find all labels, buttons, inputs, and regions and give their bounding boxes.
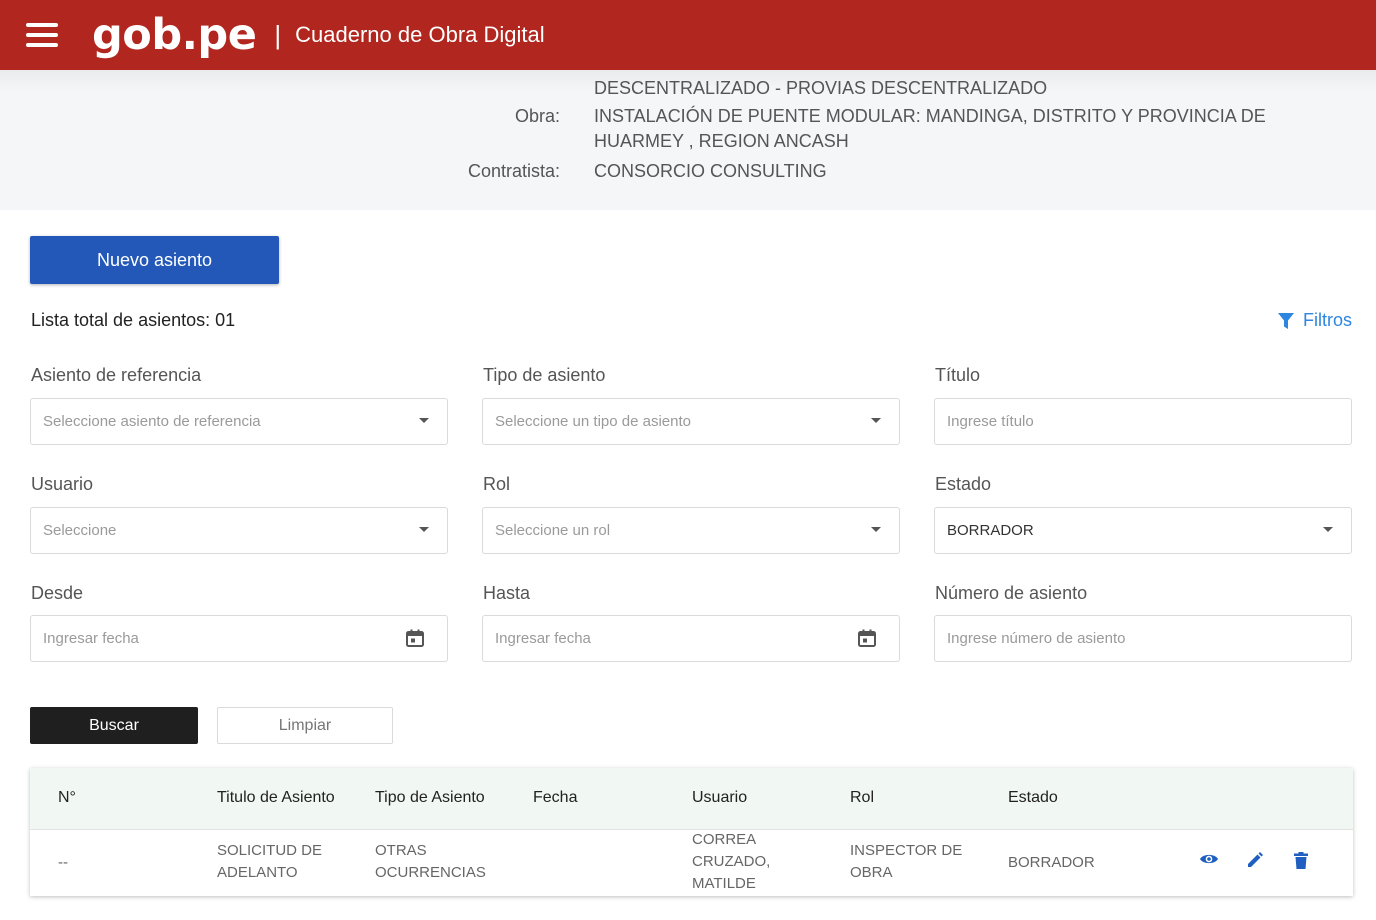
chevron-down-icon xyxy=(871,527,881,532)
desde-label: Desde xyxy=(31,583,84,603)
cell-tipo: OTRAS OCURRENCIAS xyxy=(375,840,486,884)
filtros-label: Filtros xyxy=(1303,310,1352,330)
cell-rol-line2: OBRA xyxy=(850,864,893,881)
hasta-placeholder: Ingresar fecha xyxy=(495,630,591,647)
chevron-down-icon xyxy=(419,527,429,532)
cell-titulo: SOLICITUD DE ADELANTO xyxy=(217,840,322,884)
titulo-placeholder: Ingrese título xyxy=(947,413,1034,430)
column-header-rol: Rol xyxy=(850,789,875,806)
titulo-input[interactable]: Ingrese título xyxy=(934,398,1352,445)
cell-tipo-line2: OCURRENCIAS xyxy=(375,864,486,881)
brand-logo[interactable]: gob.pe xyxy=(92,10,257,60)
calendar-icon[interactable] xyxy=(405,628,425,648)
estado-label: Estado xyxy=(935,474,992,494)
usuario-label: Usuario xyxy=(31,474,94,494)
column-header-fecha: Fecha xyxy=(533,789,578,806)
estado-value: BORRADOR xyxy=(947,522,1034,539)
hasta-date-input[interactable]: Ingresar fecha xyxy=(482,615,900,662)
numero-asiento-input[interactable]: Ingrese número de asiento xyxy=(934,615,1352,662)
numero-asiento-placeholder: Ingrese número de asiento xyxy=(947,630,1126,647)
usuario-select[interactable]: Seleccione xyxy=(30,507,448,554)
brand-separator: | xyxy=(274,19,282,50)
tipo-asiento-label: Tipo de asiento xyxy=(483,365,606,385)
obra-label: Obra: xyxy=(514,106,560,126)
obra-value-line2: HUARMEY , REGION ANCASH xyxy=(594,131,849,151)
entity-name: DESCENTRALIZADO - PROVIAS DESCENTRALIZAD… xyxy=(594,78,1048,98)
top-bar: gob.pe | Cuaderno de Obra Digital xyxy=(0,0,1376,70)
trash-icon[interactable] xyxy=(1294,852,1308,869)
obra-info-panel: DESCENTRALIZADO - PROVIAS DESCENTRALIZAD… xyxy=(0,70,1376,210)
chevron-down-icon xyxy=(871,418,881,423)
table-header: N° Titulo de Asiento Tipo de Asiento Fec… xyxy=(30,768,1353,830)
eye-icon[interactable] xyxy=(1199,852,1219,866)
tipo-asiento-placeholder: Seleccione un tipo de asiento xyxy=(495,413,691,430)
chevron-down-icon xyxy=(419,418,429,423)
cell-rol: INSPECTOR DE OBRA xyxy=(850,840,962,884)
limpiar-button[interactable]: Limpiar xyxy=(217,707,393,744)
column-header-titulo: Titulo de Asiento xyxy=(217,789,335,806)
hasta-label: Hasta xyxy=(483,583,531,603)
app-title: Cuaderno de Obra Digital xyxy=(295,22,545,47)
rol-label: Rol xyxy=(483,474,511,494)
cell-usuario-line3: MATILDE xyxy=(692,875,756,892)
cell-tipo-line1: OTRAS xyxy=(375,842,427,859)
asiento-ref-select[interactable]: Seleccione asiento de referencia xyxy=(30,398,448,445)
estado-select[interactable]: BORRADOR xyxy=(934,507,1352,554)
contratista-label: Contratista: xyxy=(467,161,560,181)
cell-usuario-line1: CORREA xyxy=(692,831,757,848)
buscar-button[interactable]: Buscar xyxy=(30,707,198,744)
desde-date-input[interactable]: Ingresar fecha xyxy=(30,615,448,662)
asiento-ref-label: Asiento de referencia xyxy=(31,365,202,385)
column-header-numero: N° xyxy=(58,789,76,806)
asiento-ref-placeholder: Seleccione asiento de referencia xyxy=(43,413,261,430)
pencil-icon[interactable] xyxy=(1246,852,1263,869)
obra-value: INSTALACIÓN DE PUENTE MODULAR: MANDINGA,… xyxy=(594,104,1354,154)
cell-titulo-line2: ADELANTO xyxy=(217,864,298,881)
column-header-estado: Estado xyxy=(1008,789,1058,806)
rol-placeholder: Seleccione un rol xyxy=(495,522,611,539)
calendar-icon[interactable] xyxy=(857,628,877,648)
cell-estado: BORRADOR xyxy=(1008,854,1095,871)
asientos-table: N° Titulo de Asiento Tipo de Asiento Fec… xyxy=(30,768,1353,896)
cell-numero: -- xyxy=(58,854,68,871)
cell-usuario-line2: CRUZADO, xyxy=(692,853,771,870)
cell-usuario: CORREA CRUZADO, MATILDE xyxy=(692,829,770,895)
desde-placeholder: Ingresar fecha xyxy=(43,630,139,647)
filtros-link[interactable]: Filtros xyxy=(1277,310,1352,331)
contratista-value: CONSORCIO CONSULTING xyxy=(594,161,827,181)
nuevo-asiento-button[interactable]: Nuevo asiento xyxy=(30,236,279,284)
tipo-asiento-select[interactable]: Seleccione un tipo de asiento xyxy=(482,398,900,445)
rol-select[interactable]: Seleccione un rol xyxy=(482,507,900,554)
chevron-down-icon xyxy=(1323,527,1333,532)
numero-asiento-label: Número de asiento xyxy=(935,583,1088,603)
total-asientos: Lista total de asientos: 01 xyxy=(31,310,236,330)
column-header-usuario: Usuario xyxy=(692,789,748,806)
cell-titulo-line1: SOLICITUD DE xyxy=(217,842,323,859)
menu-icon[interactable] xyxy=(26,23,58,47)
titulo-label: Título xyxy=(935,365,981,385)
usuario-placeholder: Seleccione xyxy=(43,522,117,539)
cell-rol-line1: INSPECTOR DE xyxy=(850,842,963,859)
obra-value-line1: INSTALACIÓN DE PUENTE MODULAR: MANDINGA,… xyxy=(594,106,1266,126)
filter-icon xyxy=(1278,312,1294,329)
column-header-tipo: Tipo de Asiento xyxy=(375,789,485,806)
